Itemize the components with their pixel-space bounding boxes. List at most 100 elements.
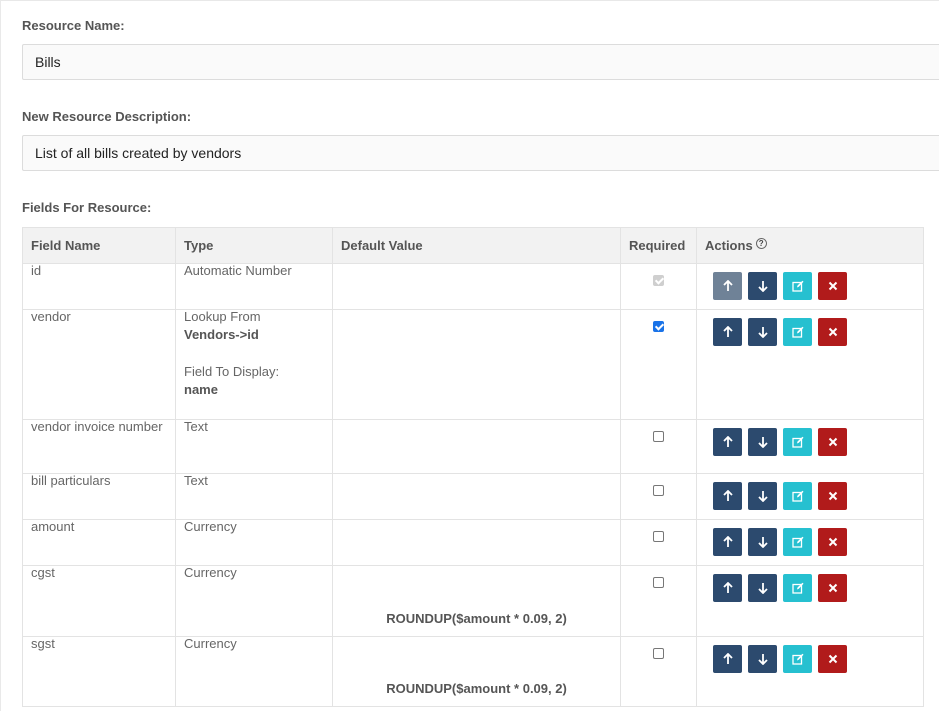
move-down-button[interactable]: [748, 574, 777, 602]
field-name: vendor: [31, 309, 71, 324]
required-checkbox[interactable]: [653, 577, 664, 588]
field-type: Text: [184, 473, 208, 488]
edit-icon: [791, 435, 804, 451]
field-name-cell: vendor invoice number: [22, 419, 176, 474]
actions-cell: [696, 519, 924, 566]
field-type: Lookup From: [184, 309, 261, 324]
close-icon: [827, 435, 839, 451]
close-icon: [827, 581, 839, 597]
move-up-button[interactable]: [713, 645, 742, 673]
header-required: Required: [620, 227, 697, 264]
field-type: Currency: [184, 636, 237, 651]
required-cell: [620, 419, 697, 474]
move-up-button[interactable]: [713, 272, 742, 300]
field-name: vendor invoice number: [31, 419, 163, 434]
close-icon: [827, 325, 839, 341]
table-row: amount Currency: [22, 519, 924, 566]
required-cell: [620, 263, 697, 310]
default-value-cell: [332, 473, 621, 520]
arrow-up-icon: [722, 435, 734, 451]
move-down-button[interactable]: [748, 272, 777, 300]
edit-button[interactable]: [783, 645, 812, 673]
default-value-cell: ROUNDUP($amount * 0.09, 2): [332, 636, 621, 707]
arrow-up-icon: [722, 279, 734, 295]
move-down-button[interactable]: [748, 428, 777, 456]
field-name: sgst: [31, 636, 55, 651]
field-name: id: [31, 263, 42, 278]
table-row: cgst Currency ROUNDUP($amount * 0.09, 2): [22, 565, 924, 637]
edit-icon: [791, 581, 804, 597]
move-up-button[interactable]: [713, 528, 742, 556]
delete-button[interactable]: [818, 528, 847, 556]
move-up-button[interactable]: [713, 318, 742, 346]
required-checkbox[interactable]: [653, 431, 664, 442]
move-down-button[interactable]: [748, 528, 777, 556]
arrow-down-icon: [757, 325, 769, 341]
delete-button[interactable]: [818, 645, 847, 673]
delete-button[interactable]: [818, 428, 847, 456]
actions-cell: [696, 263, 924, 310]
actions-cell: [696, 565, 924, 637]
actions-cell: [696, 636, 924, 707]
default-value-formula: ROUNDUP($amount * 0.09, 2): [386, 681, 567, 696]
default-value-formula: ROUNDUP($amount * 0.09, 2): [386, 611, 567, 626]
arrow-down-icon: [757, 581, 769, 597]
move-up-button[interactable]: [713, 574, 742, 602]
move-up-button[interactable]: [713, 482, 742, 510]
arrow-down-icon: [757, 279, 769, 295]
required-cell: [620, 309, 697, 420]
default-value-cell: ROUNDUP($amount * 0.09, 2): [332, 565, 621, 637]
resource-editor: Resource Name: Bills New Resource Descri…: [0, 0, 939, 711]
delete-button[interactable]: [818, 272, 847, 300]
field-type: Text: [184, 419, 208, 434]
delete-button[interactable]: [818, 574, 847, 602]
delete-button[interactable]: [818, 482, 847, 510]
default-value-cell: [332, 519, 621, 566]
edit-button[interactable]: [783, 272, 812, 300]
close-icon: [827, 279, 839, 295]
type-cell: Lookup From Vendors->id Field To Display: n…: [175, 309, 333, 420]
arrow-up-icon: [722, 581, 734, 597]
resource-description-input[interactable]: List of all bills created by vendors: [22, 135, 939, 171]
header-type: Type: [175, 227, 333, 264]
field-name-cell: id: [22, 263, 176, 310]
edit-button[interactable]: [783, 574, 812, 602]
field-name-cell: vendor: [22, 309, 176, 420]
display-field-label: Field To Display:: [184, 364, 280, 379]
actions-cell: [696, 309, 924, 420]
question-circle-icon[interactable]: ?: [755, 238, 767, 249]
default-value-cell: [332, 419, 621, 474]
arrow-down-icon: [757, 435, 769, 451]
edit-icon: [791, 325, 804, 341]
required-checkbox[interactable]: [653, 531, 664, 542]
fields-label: Fields For Resource:: [22, 200, 152, 215]
edit-button[interactable]: [783, 428, 812, 456]
table-row: vendor invoice number Text: [22, 419, 924, 474]
edit-icon: [791, 535, 804, 551]
field-name: bill particulars: [31, 473, 111, 488]
resource-name-label: Resource Name:: [22, 18, 125, 33]
field-type: Currency: [184, 519, 237, 534]
required-checkbox[interactable]: [653, 648, 664, 659]
required-checkbox[interactable]: [653, 485, 664, 496]
default-value-cell: [332, 309, 621, 420]
edit-button[interactable]: [783, 318, 812, 346]
arrow-up-icon: [722, 535, 734, 551]
move-down-button[interactable]: [748, 645, 777, 673]
arrow-down-icon: [757, 489, 769, 505]
actions-cell: [696, 473, 924, 520]
delete-button[interactable]: [818, 318, 847, 346]
required-checkbox: [653, 275, 664, 286]
required-checkbox[interactable]: [653, 321, 664, 332]
close-icon: [827, 535, 839, 551]
edit-button[interactable]: [783, 482, 812, 510]
fields-table: Field Name Type Default Value Required A…: [22, 227, 924, 707]
move-down-button[interactable]: [748, 318, 777, 346]
move-down-button[interactable]: [748, 482, 777, 510]
default-value-cell: [332, 263, 621, 310]
field-name-cell: sgst: [22, 636, 176, 707]
move-up-button[interactable]: [713, 428, 742, 456]
resource-name-input[interactable]: Bills: [22, 44, 939, 80]
edit-button[interactable]: [783, 528, 812, 556]
table-row: vendor Lookup From Vendors->id Field To Dis…: [22, 309, 924, 420]
